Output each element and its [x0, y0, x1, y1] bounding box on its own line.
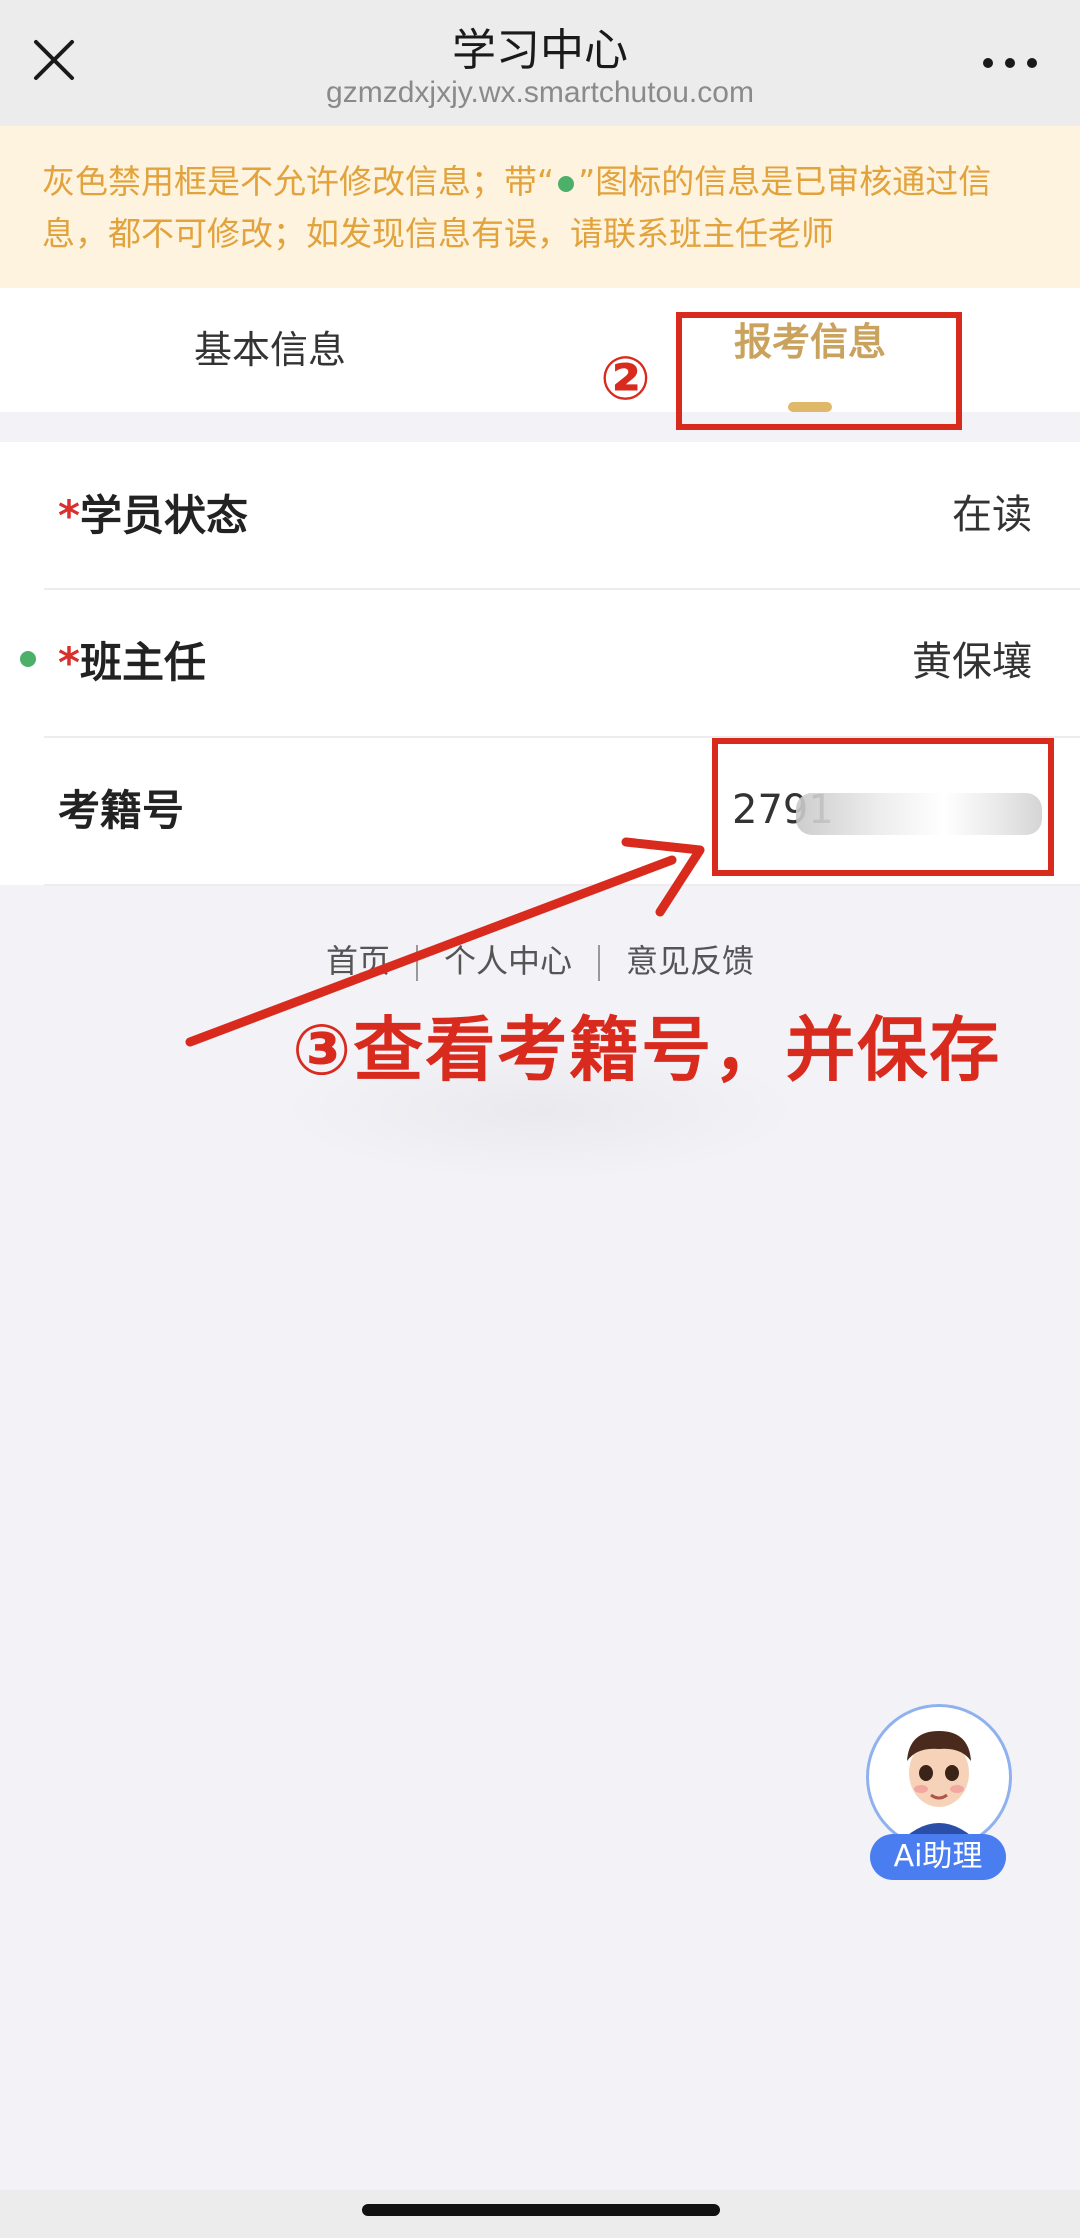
assistant-avatar-icon — [866, 1704, 1012, 1850]
ai-assistant-label: Ai助理 — [870, 1834, 1006, 1880]
home-indicator[interactable] — [362, 2204, 720, 2216]
annotation-arrow-icon — [185, 837, 705, 1047]
ai-assistant-button[interactable]: Ai助理 — [866, 1704, 1012, 1882]
